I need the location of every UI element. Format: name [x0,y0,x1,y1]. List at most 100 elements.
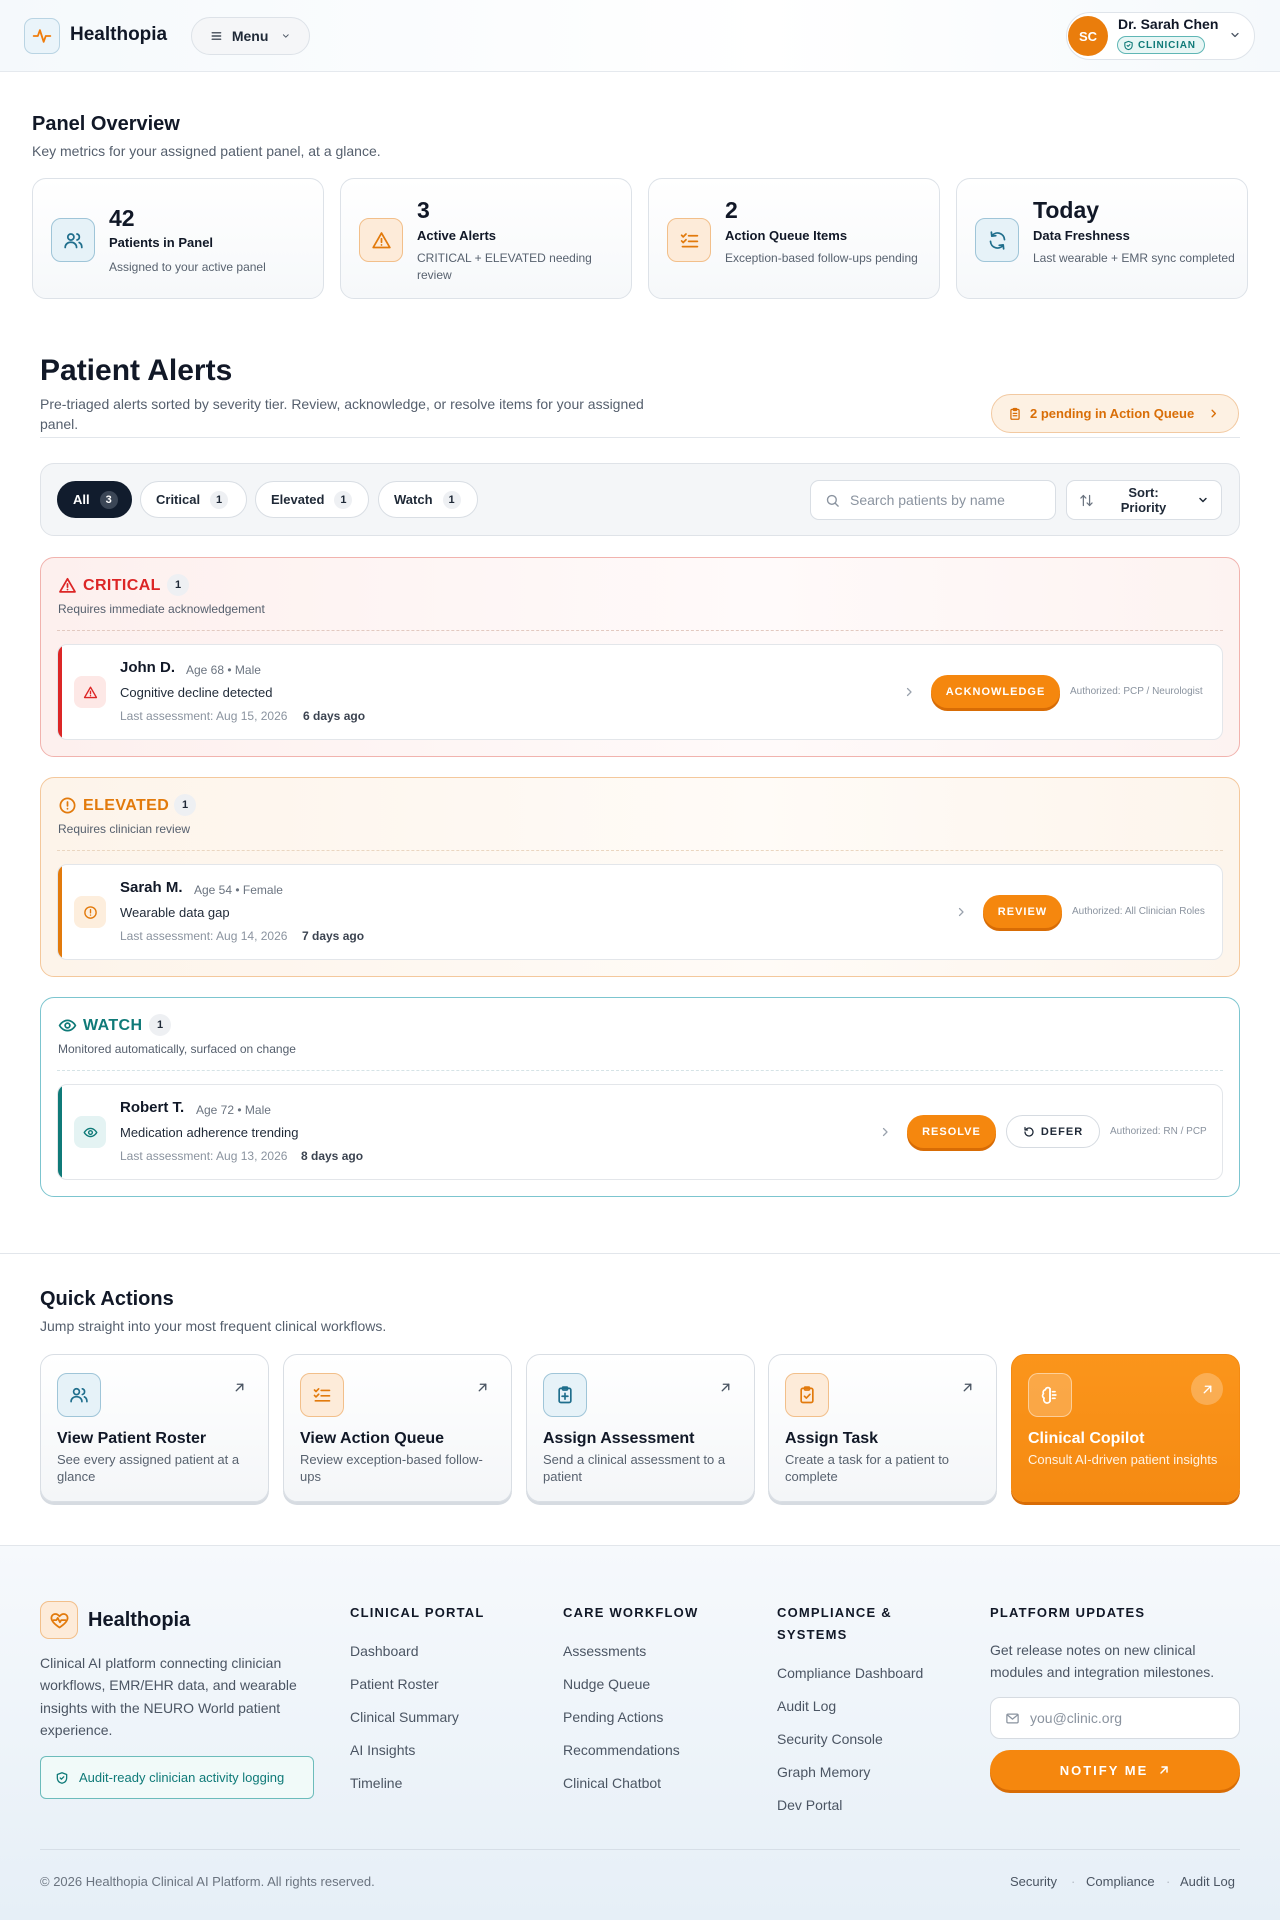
alert-card[interactable]: Robert T. Age 72 • Male Medication adher… [57,1084,1223,1180]
quick-action-assign-task[interactable]: Assign Task Create a task for a patient … [768,1354,997,1502]
avatar[interactable]: SC [1068,16,1108,56]
footer-link-pending-actions[interactable]: Pending Actions [563,1709,663,1725]
pending-action-queue-link[interactable]: 2 pending in Action Queue [991,394,1239,433]
filter-chip-all[interactable]: All 3 [57,481,132,518]
footer-link-nudge-queue[interactable]: Nudge Queue [563,1676,650,1692]
email-field[interactable] [990,1697,1240,1739]
chevron-right-icon[interactable] [903,686,915,698]
role-label: CLINICIAN [1138,39,1196,51]
clipboard-plus-icon [543,1373,587,1417]
review-button[interactable]: REVIEW [983,895,1062,928]
separator-dot: · [1166,1874,1171,1889]
list-check-icon [667,218,711,262]
sort-arrows-icon [1080,494,1093,506]
legal-link-compliance[interactable]: Compliance [1086,1874,1155,1889]
sort-dropdown[interactable]: Sort: Priority [1066,480,1222,520]
tier-divider [57,630,1223,631]
footer-divider [40,1849,1240,1850]
clipboard-check-icon [785,1373,829,1417]
stat-description: Exception-based follow-ups pending [725,251,918,265]
alert-card[interactable]: Sarah M. Age 54 • Female Wearable data g… [57,864,1223,960]
stat-description: Last wearable + EMR sync completed [1033,251,1235,265]
hamburger-icon [211,32,222,40]
time-ago: 7 days ago [302,929,365,943]
footer-link-compliance-dashboard[interactable]: Compliance Dashboard [777,1665,923,1681]
filter-count: 1 [442,490,461,509]
alert-card[interactable]: John D. Age 68 • Male Cognitive decline … [57,644,1223,740]
footer-link-audit-log[interactable]: Audit Log [777,1698,836,1714]
footer-link-graph-memory[interactable]: Graph Memory [777,1764,870,1780]
alert-finding: Wearable data gap [120,905,230,920]
quick-action-view-patient-roster[interactable]: View Patient Roster See every assigned p… [40,1354,269,1502]
user-name: Dr. Sarah Chen [1118,16,1219,32]
chevron-right-icon[interactable] [879,1126,891,1138]
platform-updates-description: Get release notes on new clinical module… [990,1642,1215,1681]
quick-action-view-action-queue[interactable]: View Action Queue Review exception-based… [283,1354,512,1502]
legal-link-audit-log[interactable]: Audit Log [1180,1874,1235,1889]
stat-description: Assigned to your active panel [109,260,266,274]
notify-label: NOTIFY ME [1059,1762,1149,1778]
filter-chip-elevated[interactable]: Elevated 1 [255,481,369,518]
footer-link-recommendations[interactable]: Recommendations [563,1742,680,1758]
footer-column-title: CARE WORKFLOW [563,1605,699,1620]
defer-button[interactable]: DEFER [1006,1115,1100,1148]
stat-value: Today [1033,197,1100,223]
time-ago: 8 days ago [301,1149,364,1163]
tier-elevated: ELEVATED 1 Requires clinician review Sar… [40,777,1240,977]
footer-link-dashboard[interactable]: Dashboard [350,1643,419,1659]
arrow-up-right-icon [235,1383,244,1392]
severity-bar [58,1085,62,1179]
arrow-up-right-icon [478,1383,487,1392]
filter-chip-watch[interactable]: Watch 1 [378,481,478,518]
chevron-down-icon[interactable] [1229,29,1241,41]
patient-name[interactable]: John D. [120,659,175,676]
resolve-button[interactable]: RESOLVE [907,1115,996,1148]
pulse-logo-icon[interactable] [24,18,60,54]
stat-label: Data Freshness [1033,228,1130,243]
mail-icon [1006,1713,1019,1723]
footer-link-patient-roster[interactable]: Patient Roster [350,1676,439,1692]
eye-icon [58,1019,77,1032]
audit-badge: Audit-ready clinician activity logging [40,1756,314,1799]
legal-link-security[interactable]: Security [1010,1874,1057,1889]
patient-search[interactable] [810,480,1056,520]
menu-button[interactable]: Menu [191,17,310,55]
filter-label: All [73,492,90,507]
alert-finding: Medication adherence trending [120,1125,299,1140]
users-icon [57,1373,101,1417]
search-input[interactable] [850,492,1040,508]
email-input[interactable] [1030,1710,1225,1726]
footer-link-clinical-chatbot[interactable]: Clinical Chatbot [563,1775,661,1791]
quick-action-clinical-copilot[interactable]: Clinical Copilot Consult AI-driven patie… [1011,1354,1240,1502]
tier-description: Requires immediate acknowledgement [58,602,265,616]
chevron-right-icon[interactable] [955,906,967,918]
notify-me-button[interactable]: NOTIFY ME [990,1750,1240,1790]
brand-name[interactable]: Healthopia [70,24,167,46]
footer-link-dev-portal[interactable]: Dev Portal [777,1797,842,1813]
footer-link-timeline[interactable]: Timeline [350,1775,402,1791]
patient-name[interactable]: Robert T. [120,1099,184,1116]
warning-icon [74,676,106,708]
footer-link-clinical-summary[interactable]: Clinical Summary [350,1709,459,1725]
footer-brand[interactable]: Healthopia [88,1609,190,1632]
acknowledge-button[interactable]: ACKNOWLEDGE [931,675,1060,708]
footer-link-assessments[interactable]: Assessments [563,1643,646,1659]
quick-action-title: Assign Assessment [543,1430,695,1447]
footer-link-ai-insights[interactable]: AI Insights [350,1742,415,1758]
tier-description: Monitored automatically, surfaced on cha… [58,1042,296,1056]
last-assessment: Last assessment: Aug 14, 2026 [120,929,288,943]
footer-column-title: COMPLIANCE & SYSTEMS [777,1605,892,1643]
stat-card-patients: 42 Patients in Panel Assigned to your ac… [32,178,324,299]
filter-chip-critical[interactable]: Critical 1 [140,481,247,518]
patient-name[interactable]: Sarah M. [120,879,183,896]
tier-watch: WATCH 1 Monitored automatically, surface… [40,997,1240,1197]
arrow-up-right-icon [1160,1766,1169,1774]
time-ago: 6 days ago [303,709,366,723]
shield-check-icon [1124,40,1133,50]
footer-link-security-console[interactable]: Security Console [777,1731,883,1747]
stat-label: Patients in Panel [109,235,214,250]
quick-action-assign-assessment[interactable]: Assign Assessment Send a clinical assess… [526,1354,755,1502]
section-divider [0,1253,1280,1254]
patient-alerts-subtitle: Pre-triaged alerts sorted by severity ti… [40,396,644,433]
heart-pulse-logo-icon[interactable] [40,1601,78,1639]
